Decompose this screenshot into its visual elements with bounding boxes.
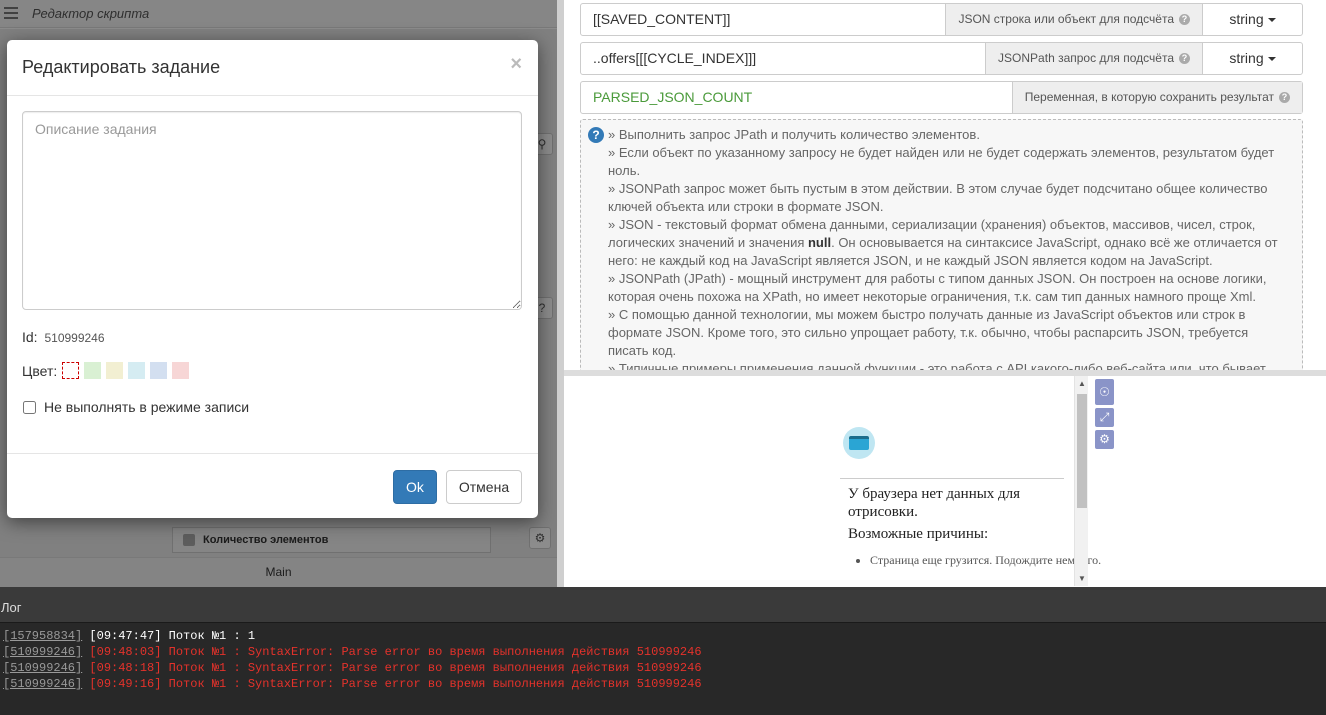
jsonpath-input[interactable]: ..offers[[[CYCLE_INDEX]]] [581, 43, 985, 74]
skip-record-row: Не выполнять в режиме записи [22, 399, 249, 415]
json-source-row: [[SAVED_CONTENT]] JSON строка или объект… [580, 3, 1303, 36]
json-source-type-dropdown[interactable]: string [1202, 4, 1302, 35]
log-line: [510999246] [09:48:03] Поток №1 : Syntax… [3, 644, 1326, 660]
task-id-label: Id: [22, 329, 38, 345]
help-text: » JSONPath (JPath) - мощный инструмент д… [608, 271, 1267, 304]
browser-toolbar: ☉ ⤢ ⚙ [1095, 379, 1115, 452]
task-description-input[interactable] [22, 111, 522, 310]
task-id-value: 510999246 [44, 331, 105, 345]
help-text: » С помощью данной технологии, мы можем … [608, 307, 1249, 358]
color-swatch-green[interactable] [84, 362, 102, 379]
jsonpath-type-dropdown[interactable]: string [1202, 43, 1302, 74]
reasons-title: Возможные причины: [848, 526, 989, 542]
log-line-id[interactable]: [157958834] [3, 629, 82, 643]
scroll-down-icon[interactable]: ▼ [1078, 574, 1086, 583]
caret-down-icon [1267, 18, 1276, 23]
expand-icon[interactable]: ⤢ [1095, 408, 1114, 427]
color-swatch-red[interactable] [172, 362, 190, 379]
question-icon[interactable]: ? [1179, 14, 1190, 25]
jsonpath-row: ..offers[[[CYCLE_INDEX]]] JSONPath запро… [580, 42, 1303, 75]
log-lines: [157958834] [09:47:47] Поток №1 : 1 [510… [0, 623, 1326, 692]
result-variable-input[interactable]: PARSED_JSON_COUNT [581, 82, 1012, 113]
question-icon[interactable]: ? [1179, 53, 1190, 64]
color-row: Цвет: [22, 362, 190, 379]
action-properties-pane: [[SAVED_CONTENT]] JSON строка или объект… [564, 0, 1326, 370]
help-text: » Выполнить запрос JPath и получить коли… [608, 127, 980, 142]
color-swatch-cyan[interactable] [128, 362, 146, 379]
scrollbar-thumb[interactable] [1077, 394, 1087, 508]
log-line: [510999246] [09:48:18] Поток №1 : Syntax… [3, 660, 1326, 676]
task-id-row: Id: 510999246 [22, 329, 105, 345]
browser-scrollbar[interactable]: ▲ ▼ [1074, 376, 1088, 586]
skip-record-checkbox[interactable] [23, 400, 36, 414]
browser-preview: У браузера нет данных для отрисовки. Воз… [564, 376, 1326, 587]
list-item: Страница еще грузится. Подождите немного… [870, 552, 1101, 568]
result-variable-label: Переменная, в которую сохранить результа… [1011, 82, 1302, 113]
browser-window-icon [843, 427, 875, 459]
pane-splitter[interactable] [557, 0, 564, 587]
log-title: Лог [0, 587, 1326, 623]
no-data-message: У браузера нет данных для отрисовки. [848, 486, 1021, 520]
close-icon[interactable]: × [510, 53, 522, 76]
log-panel: Лог [157958834] [09:47:47] Поток №1 : 1 … [0, 587, 1326, 715]
color-swatch-yellow[interactable] [106, 362, 124, 379]
edit-task-dialog: Редактировать задание × Id: 510999246 Цв… [7, 40, 538, 518]
help-text: » Если объект по указанному запросу не б… [608, 145, 1275, 178]
dialog-title: Редактировать задание [22, 57, 221, 77]
help-text: » JSON - текстовый формат обмена данными… [608, 217, 1278, 268]
log-line-text: [09:48:03] Поток №1 : SyntaxError: Parse… [82, 645, 702, 659]
log-line-text: [09:47:47] Поток №1 : 1 [82, 629, 256, 643]
help-text: » Типичные примеры применения данной фун… [608, 361, 1266, 370]
help-panel: ? » Выполнить запрос JPath и получить ко… [580, 119, 1303, 370]
scroll-up-icon[interactable]: ▲ [1078, 379, 1086, 388]
color-swatch-blue[interactable] [150, 362, 168, 379]
log-line: [510999246] [09:49:16] Поток №1 : Syntax… [3, 676, 1326, 692]
color-swatch-white[interactable] [62, 362, 80, 379]
json-source-label: JSON строка или объект для подсчёта? [945, 4, 1202, 35]
log-line-id[interactable]: [510999246] [3, 677, 82, 691]
log-line: [157958834] [09:47:47] Поток №1 : 1 [3, 628, 1326, 644]
help-text: » JSONPath запрос может быть пустым в эт… [608, 181, 1268, 214]
dialog-header: Редактировать задание × [7, 40, 538, 96]
ok-button[interactable]: Ok [393, 470, 437, 504]
question-icon[interactable]: ? [1279, 92, 1290, 103]
color-label: Цвет: [22, 362, 58, 379]
result-variable-row: PARSED_JSON_COUNT Переменная, в которую … [580, 81, 1303, 114]
log-line-id[interactable]: [510999246] [3, 661, 82, 675]
skip-record-label[interactable]: Не выполнять в режиме записи [44, 399, 249, 415]
cancel-button[interactable]: Отмена [446, 470, 522, 504]
log-line-text: [09:49:16] Поток №1 : SyntaxError: Parse… [82, 677, 702, 691]
jsonpath-label: JSONPath запрос для подсчёта? [985, 43, 1202, 74]
caret-down-icon [1267, 57, 1276, 62]
divider [840, 478, 1064, 479]
reasons-list: Страница еще грузится. Подождите немного… [852, 552, 1101, 568]
broadcast-icon[interactable]: ☉ [1095, 379, 1114, 405]
log-line-text: [09:48:18] Поток №1 : SyntaxError: Parse… [82, 661, 702, 675]
help-circle-icon: ? [588, 127, 604, 143]
dialog-footer: Ok Отмена [7, 453, 538, 518]
json-source-input[interactable]: [[SAVED_CONTENT]] [581, 4, 945, 35]
log-line-id[interactable]: [510999246] [3, 645, 82, 659]
gear-icon[interactable]: ⚙ [1095, 430, 1114, 449]
